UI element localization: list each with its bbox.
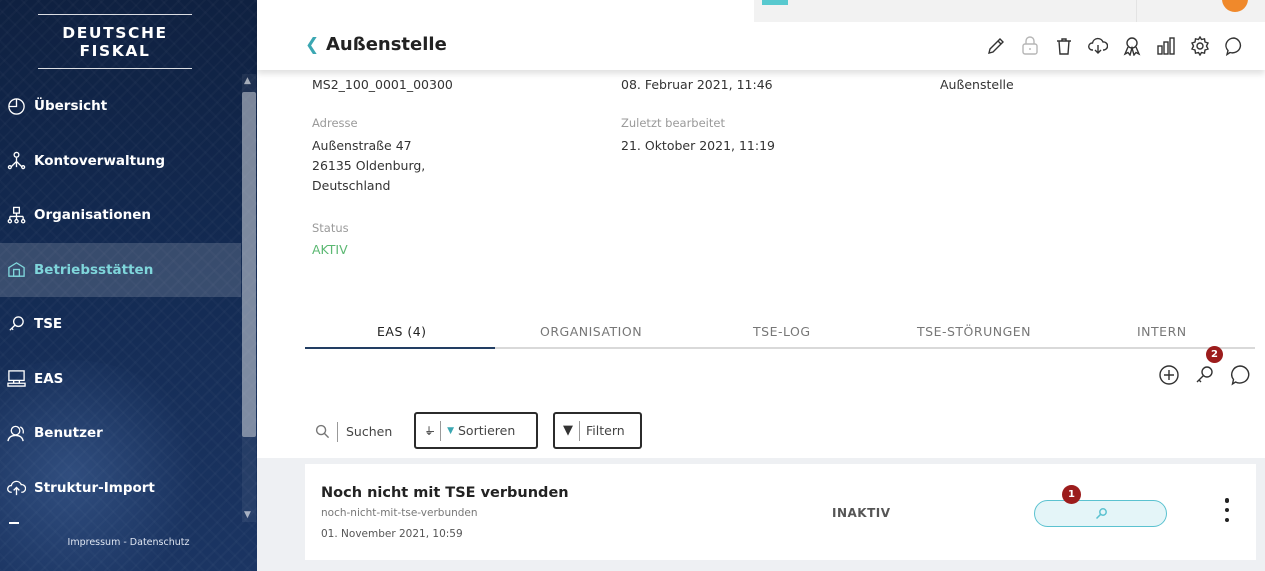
comment-icon[interactable] (1229, 364, 1251, 390)
cloud-download-icon[interactable] (1087, 35, 1109, 57)
sidebar-item-eas[interactable]: EAS (0, 352, 241, 407)
active-tab-indicator (305, 347, 495, 349)
page-title: Außenstelle (326, 34, 447, 55)
sidebar-item-label: Organisationen (34, 207, 152, 224)
scroll-down-icon[interactable]: ▼ (244, 510, 251, 520)
sidebar-item-label: Kontoverwaltung (34, 152, 165, 169)
sidebar-item-benutzer[interactable]: Benutzer (0, 406, 241, 461)
sidebar-item-label: TSE (34, 316, 63, 333)
last-edited-label: Zuletzt bearbeitet (621, 116, 725, 130)
sidebar-item-kontoverwaltung[interactable]: Kontoverwaltung (0, 134, 241, 189)
key-icon (1095, 507, 1107, 519)
certificate-icon[interactable] (1121, 35, 1143, 57)
address-label: Adresse (312, 116, 358, 130)
edit-pencil-icon[interactable] (985, 35, 1007, 57)
list-item-date: 01. November 2021, 10:59 (321, 528, 463, 540)
search-input[interactable]: Suchen (305, 413, 400, 450)
add-circle-icon[interactable] (1158, 364, 1180, 390)
gear-icon[interactable] (1189, 35, 1211, 57)
sidebar-item-uebersicht[interactable]: Übersicht (0, 79, 241, 134)
created-date: 08. Februar 2021, 11:46 (621, 77, 773, 92)
filter-label: Filtern (586, 423, 625, 438)
filter-icon: ▼ (563, 423, 573, 438)
footer-links[interactable]: Impressum - Datenschutz (0, 537, 257, 548)
sidebar-item-label: Struktur-Import (34, 479, 155, 496)
top-strip-indicator (762, 0, 788, 5)
sidebar-item-label: Betriebsstätten (34, 261, 154, 278)
more-options-icon[interactable] (1223, 498, 1231, 522)
sidebar-item-label: Benutzer (34, 425, 103, 442)
sidebar-item-tse[interactable]: TSE (0, 297, 241, 352)
tab-bar: EAS (4) ORGANISATION TSE-LOG TSE-STÖRUNG… (305, 322, 1255, 349)
brand-name: DEUTSCHE FISKAL (62, 24, 168, 60)
location-id: MS2_100_0001_00300 (312, 77, 453, 92)
bar-chart-icon[interactable] (1155, 35, 1177, 57)
sort-icon: ↓̶ (424, 423, 435, 438)
sidebar-item-label: EAS (34, 370, 64, 387)
status-label: Status (312, 221, 349, 235)
tse-badge: 1 (1062, 485, 1081, 504)
address-line1: Außenstraße 47 (312, 138, 412, 153)
last-edited-value: 21. Oktober 2021, 11:19 (621, 138, 775, 153)
app-root: DEUTSCHE FISKAL ▲ ▼ Übersicht Kontoverwa… (0, 0, 1265, 571)
register-icon (6, 369, 26, 389)
sidebar-collapse-handle[interactable] (9, 522, 19, 524)
connect-tse-button[interactable] (1034, 500, 1167, 527)
comment-icon[interactable] (1223, 35, 1245, 57)
users-icon (6, 423, 26, 443)
trash-icon[interactable] (1053, 35, 1075, 57)
brand-logo[interactable]: DEUTSCHE FISKAL (38, 14, 192, 69)
lock-icon[interactable] (1019, 35, 1041, 57)
address-line2: 26135 Oldenburg, (312, 158, 426, 173)
account-tree-icon (6, 151, 26, 171)
status-value: AKTIV (312, 242, 348, 257)
address-line3: Deutschland (312, 178, 391, 193)
detail-card (257, 70, 1265, 458)
chevron-down-icon: ▼ (447, 425, 454, 436)
cloud-upload-icon (6, 478, 26, 498)
tab-intern[interactable]: INTERN (1137, 324, 1187, 339)
building-icon (6, 260, 26, 280)
tab-organisation[interactable]: ORGANISATION (540, 324, 642, 339)
location-type: Außenstelle (940, 77, 1014, 92)
sidebar-nav: Übersicht Kontoverwaltung Organisationen… (0, 79, 241, 515)
list-item-status: INAKTIV (832, 506, 891, 520)
list-item-slug: noch-nicht-mit-tse-verbunden (321, 507, 478, 519)
tab-tse-stoerungen[interactable]: TSE-STÖRUNGEN (917, 324, 1031, 339)
sidebar: DEUTSCHE FISKAL ▲ ▼ Übersicht Kontoverwa… (0, 0, 257, 571)
filter-button[interactable]: ▼ Filtern (553, 412, 642, 449)
divider (1136, 0, 1137, 22)
sidebar-scrollbar-thumb[interactable] (242, 92, 256, 437)
key-icon[interactable] (1193, 364, 1215, 390)
sidebar-item-struktur-import[interactable]: Struktur-Import (0, 461, 241, 516)
sidebar-item-label: Übersicht (34, 98, 108, 115)
tab-eas[interactable]: EAS (4) (377, 324, 427, 339)
tab-tse-log[interactable]: TSE-LOG (753, 324, 811, 339)
key-icon (6, 314, 26, 334)
search-placeholder: Suchen (346, 424, 393, 439)
header-toolbar (985, 35, 1245, 57)
sidebar-item-organisationen[interactable]: Organisationen (0, 188, 241, 243)
sidebar-item-betriebsstaetten[interactable]: Betriebsstätten (0, 242, 241, 297)
org-chart-icon (6, 205, 26, 225)
search-icon (315, 424, 330, 439)
dashboard-icon (6, 96, 26, 116)
key-count-badge: 2 (1206, 346, 1223, 363)
top-strip (754, 0, 1265, 22)
back-chevron-icon[interactable]: ❮ (305, 35, 319, 55)
sort-button[interactable]: ↓̶ ▼ Sortieren (414, 412, 538, 449)
sort-label: Sortieren (457, 423, 516, 438)
list-item-title: Noch nicht mit TSE verbunden (321, 485, 569, 501)
